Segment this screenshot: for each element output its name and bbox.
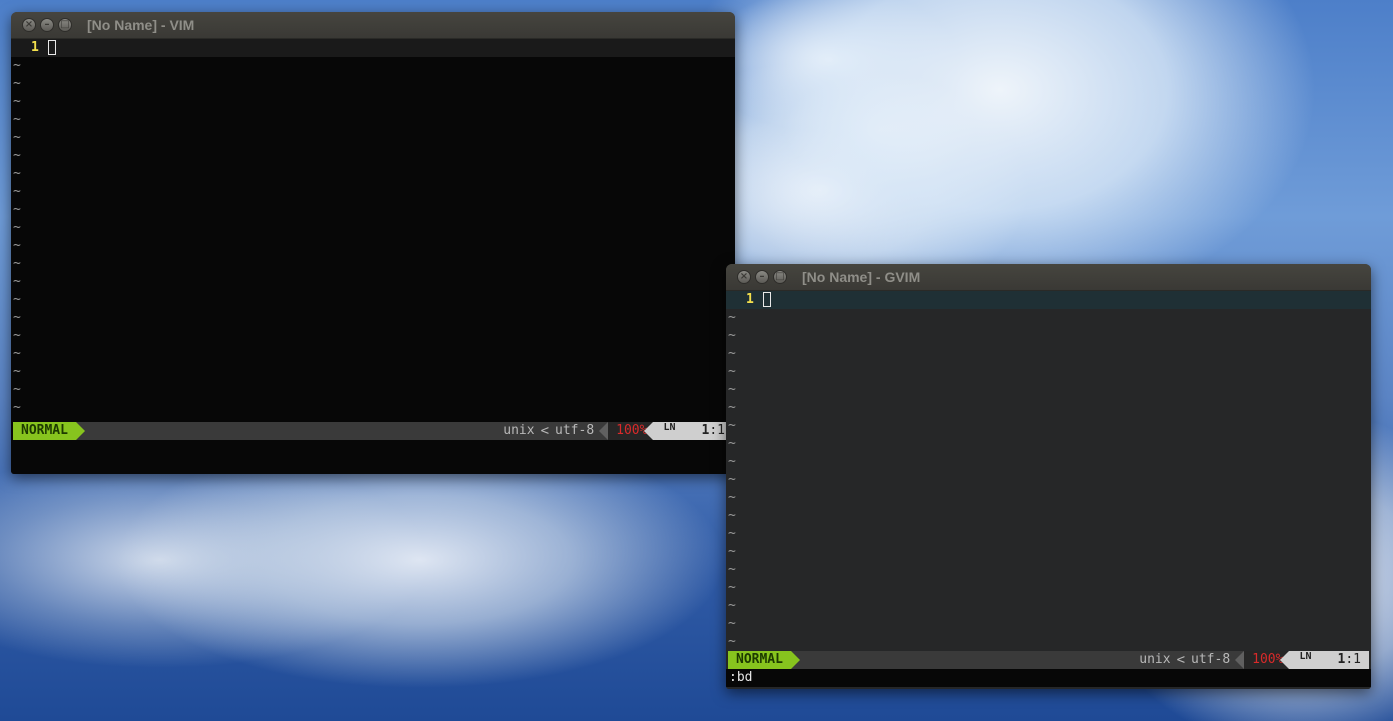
- empty-lines: ~ ~ ~ ~ ~ ~ ~ ~ ~ ~ ~ ~ ~ ~ ~ ~ ~ ~ ~ ~ ~: [11, 57, 735, 435]
- gvim-titlebar[interactable]: × – □ [No Name] - GVIM: [726, 264, 1371, 291]
- empty-line-tilde: ~: [728, 598, 736, 613]
- empty-line-tilde: ~: [13, 256, 21, 271]
- maximize-icon[interactable]: □: [58, 18, 72, 32]
- separator-icon: <: [540, 423, 550, 439]
- empty-line-tilde: ~: [13, 238, 21, 253]
- minimize-icon[interactable]: –: [755, 270, 769, 284]
- cursor-line[interactable]: 1: [11, 39, 735, 57]
- minimize-icon[interactable]: –: [40, 18, 54, 32]
- empty-line-tilde: ~: [13, 292, 21, 307]
- empty-line-tilde: ~: [728, 544, 736, 559]
- empty-line-tilde: ~: [13, 328, 21, 343]
- cursor-col-value: 1: [1353, 652, 1361, 667]
- close-icon[interactable]: ×: [22, 18, 36, 32]
- empty-line-tilde: ~: [728, 490, 736, 505]
- line-number-icon: LN: [1299, 651, 1312, 662]
- empty-line-tilde: ~: [728, 454, 736, 469]
- gvim-window[interactable]: × – □ [No Name] - GVIM 1 ~ ~ ~ ~ ~ ~ ~ ~ ~ ~ ~ ~ ~ ~ ~…: [726, 264, 1371, 689]
- gvim-editor[interactable]: 1 ~ ~ ~ ~ ~ ~ ~ ~ ~ ~ ~ ~ ~ ~ ~ ~ ~ ~ ~ NORMAL unix < utf-…: [726, 291, 1371, 689]
- empty-line-tilde: ~: [13, 184, 21, 199]
- maximize-icon[interactable]: □: [773, 270, 787, 284]
- empty-line-tilde: ~: [13, 76, 21, 91]
- empty-line-tilde: ~: [13, 400, 21, 415]
- empty-line-tilde: ~: [728, 418, 736, 433]
- empty-line-tilde: ~: [13, 202, 21, 217]
- empty-line-tilde: ~: [728, 526, 736, 541]
- empty-line-tilde: ~: [728, 310, 736, 325]
- empty-line-tilde: ~: [728, 436, 736, 451]
- empty-line-tilde: ~: [728, 400, 736, 415]
- empty-line-tilde: ~: [13, 58, 21, 73]
- cursor-line-value: 1: [1337, 652, 1346, 667]
- window-title: [No Name] - GVIM: [802, 269, 921, 285]
- vim-statusline: NORMAL unix < utf-8 100% LN 1:1: [13, 422, 733, 440]
- cursor-position: LN 1:1: [1280, 651, 1369, 669]
- text-cursor: [48, 40, 56, 55]
- line-number-icon: LN: [663, 422, 676, 433]
- cursor-line-value: 1: [701, 423, 710, 438]
- mode-indicator: NORMAL: [13, 422, 85, 440]
- close-icon[interactable]: ×: [737, 270, 751, 284]
- empty-line-tilde: ~: [13, 220, 21, 235]
- vim-command-line[interactable]: [11, 440, 735, 458]
- empty-line-tilde: ~: [728, 616, 736, 631]
- empty-line-tilde: ~: [728, 634, 736, 649]
- vim-editor[interactable]: 1 ~ ~ ~ ~ ~ ~ ~ ~ ~ ~ ~ ~ ~ ~ ~ ~ ~ ~ ~ ~ ~ NORMAL unix < ut…: [11, 39, 735, 474]
- empty-line-tilde: ~: [728, 328, 736, 343]
- window-title: [No Name] - VIM: [87, 17, 195, 33]
- file-format: unix: [503, 423, 535, 438]
- empty-line-tilde: ~: [728, 346, 736, 361]
- line-number: 1: [31, 40, 39, 55]
- empty-line-tilde: ~: [728, 364, 736, 379]
- empty-line-tilde: ~: [728, 508, 736, 523]
- separator-icon: <: [1176, 652, 1186, 668]
- cursor-line[interactable]: 1: [726, 291, 1371, 309]
- empty-line-tilde: ~: [13, 274, 21, 289]
- vim-window[interactable]: × – □ [No Name] - VIM 1 ~ ~ ~ ~ ~ ~ ~ ~ ~ ~ ~ ~ ~ ~ ~ ~…: [11, 12, 735, 474]
- empty-line-tilde: ~: [13, 166, 21, 181]
- gvim-statusline: NORMAL unix < utf-8 100% LN 1:1: [728, 651, 1369, 669]
- empty-line-tilde: ~: [13, 94, 21, 109]
- empty-line-tilde: ~: [13, 310, 21, 325]
- empty-line-tilde: ~: [728, 472, 736, 487]
- cursor-position: LN 1:1: [644, 422, 733, 440]
- empty-line-tilde: ~: [13, 382, 21, 397]
- empty-line-tilde: ~: [728, 382, 736, 397]
- empty-line-tilde: ~: [13, 148, 21, 163]
- line-number: 1: [746, 292, 754, 307]
- empty-line-tilde: ~: [13, 346, 21, 361]
- empty-lines: ~ ~ ~ ~ ~ ~ ~ ~ ~ ~ ~ ~ ~ ~ ~ ~ ~ ~ ~: [726, 309, 1371, 651]
- empty-line-tilde: ~: [728, 562, 736, 577]
- file-format: unix: [1139, 652, 1171, 667]
- empty-line-tilde: ~: [13, 130, 21, 145]
- empty-line-tilde: ~: [13, 364, 21, 379]
- mode-indicator: NORMAL: [728, 651, 800, 669]
- text-cursor: [763, 292, 771, 307]
- empty-line-tilde: ~: [728, 580, 736, 595]
- gvim-command-line[interactable]: :bd: [726, 669, 1371, 687]
- vim-titlebar[interactable]: × – □ [No Name] - VIM: [11, 12, 735, 39]
- cursor-col-value: 1: [717, 423, 725, 438]
- empty-line-tilde: ~: [13, 112, 21, 127]
- command-text: :bd: [729, 670, 753, 685]
